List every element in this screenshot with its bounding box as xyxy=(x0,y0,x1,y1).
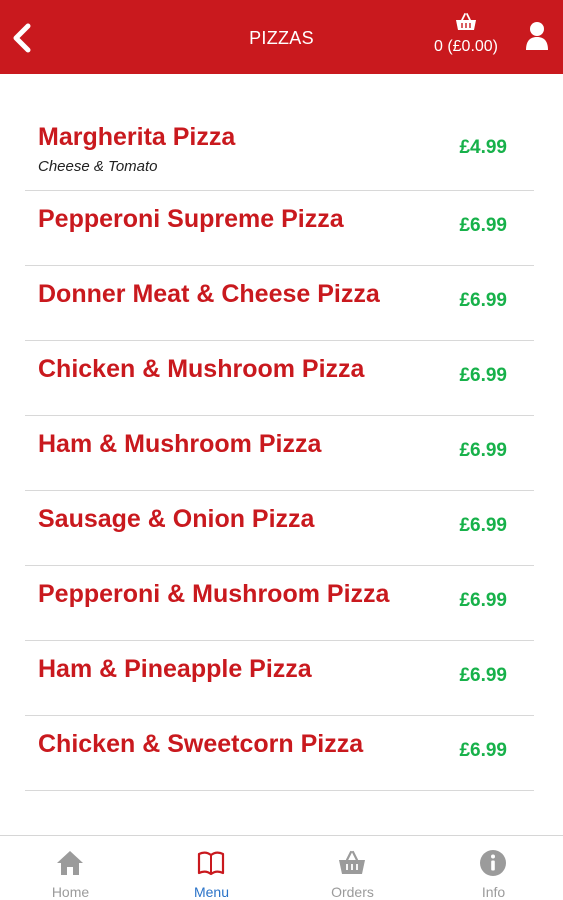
item-name: Pepperoni & Mushroom Pizza xyxy=(38,580,390,608)
item-name: Pepperoni Supreme Pizza xyxy=(38,205,344,233)
user-icon xyxy=(526,22,548,50)
item-price: £6.99 xyxy=(459,590,507,611)
menu-item[interactable]: Pepperoni Supreme Pizza £6.99 xyxy=(25,191,534,266)
nav-home[interactable]: Home xyxy=(0,836,141,900)
item-description: Cheese & Tomato xyxy=(38,158,158,175)
basket-icon xyxy=(456,13,476,30)
item-price: £6.99 xyxy=(459,665,507,686)
menu-item[interactable]: Ham & Mushroom Pizza £6.99 xyxy=(25,416,534,491)
menu-item[interactable]: Ham & Pineapple Pizza £6.99 xyxy=(25,641,534,716)
menu-item[interactable]: Chicken & Sweetcorn Pizza £6.99 xyxy=(25,716,534,791)
item-name: Donner Meat & Cheese Pizza xyxy=(38,280,380,308)
info-icon xyxy=(480,850,506,876)
item-price: £6.99 xyxy=(459,515,507,536)
basket-button[interactable]: 0 (£0.00) xyxy=(424,12,508,64)
item-price: £6.99 xyxy=(459,215,507,236)
item-price: £4.99 xyxy=(459,137,507,158)
item-name: Ham & Mushroom Pizza xyxy=(38,430,322,458)
nav-label: Orders xyxy=(331,884,374,900)
item-price: £6.99 xyxy=(459,740,507,761)
nav-label: Info xyxy=(481,884,506,900)
menu-item[interactable]: Donner Meat & Cheese Pizza £6.99 xyxy=(25,266,534,341)
menu-item[interactable]: Chicken & Mushroom Pizza £6.99 xyxy=(25,341,534,416)
nav-orders[interactable]: Orders xyxy=(282,836,423,900)
nav-menu[interactable]: Menu xyxy=(141,836,282,900)
basket-total: 0 (£0.00) xyxy=(433,38,499,55)
app-header: PIZZAS 0 (£0.00) xyxy=(0,0,563,74)
basket-icon xyxy=(339,850,365,874)
nav-label: Home xyxy=(51,884,90,900)
nav-info[interactable]: Info xyxy=(423,836,563,900)
home-icon xyxy=(57,851,83,875)
item-price: £6.99 xyxy=(459,440,507,461)
menu-item[interactable]: Sausage & Onion Pizza £6.99 xyxy=(25,491,534,566)
item-name: Chicken & Mushroom Pizza xyxy=(38,355,365,383)
item-price: £6.99 xyxy=(459,290,507,311)
nav-label: Menu xyxy=(193,884,230,900)
menu-item[interactable]: Margherita Pizza Cheese & Tomato £4.99 xyxy=(25,110,534,191)
item-name: Sausage & Onion Pizza xyxy=(38,505,315,533)
item-price: £6.99 xyxy=(459,365,507,386)
item-name: Margherita Pizza xyxy=(38,123,236,151)
item-name: Chicken & Sweetcorn Pizza xyxy=(38,730,364,758)
bottom-nav: Home Menu Orders Info xyxy=(0,835,563,900)
menu-list: Margherita Pizza Cheese & Tomato £4.99 P… xyxy=(25,110,534,791)
book-icon xyxy=(197,851,225,876)
menu-item[interactable]: Pepperoni & Mushroom Pizza £6.99 xyxy=(25,566,534,641)
item-name: Ham & Pineapple Pizza xyxy=(38,655,312,683)
account-button[interactable] xyxy=(524,20,550,52)
